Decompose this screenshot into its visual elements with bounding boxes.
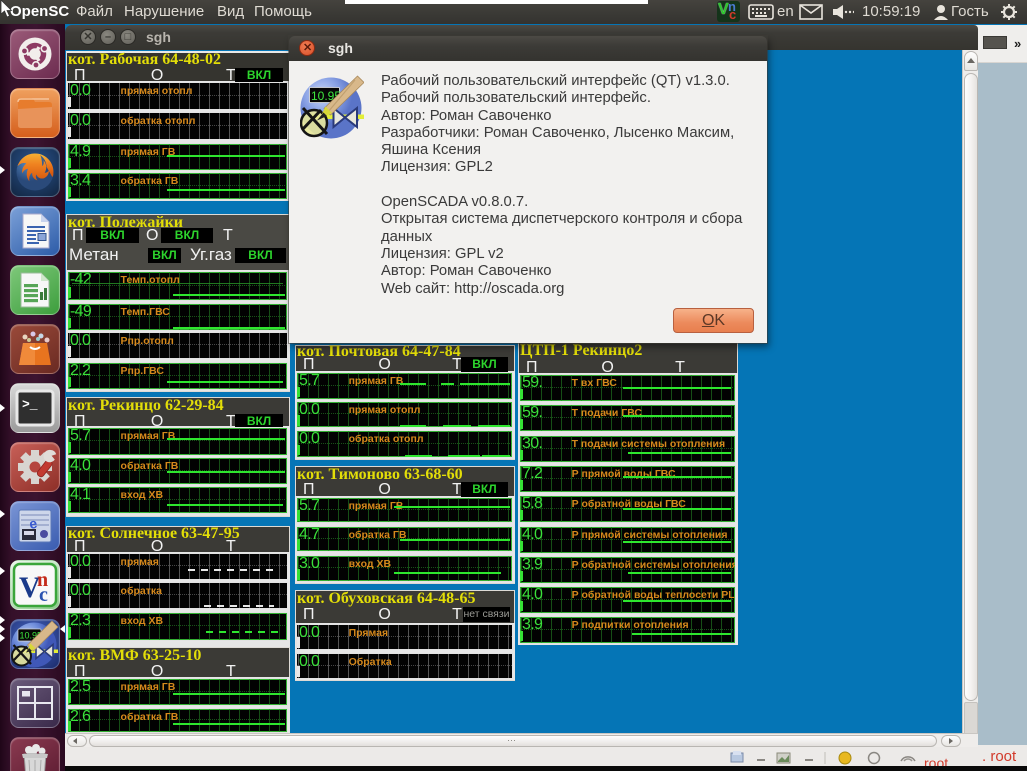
svg-text:root: root <box>924 755 948 766</box>
svg-text:c: c <box>39 584 48 606</box>
svg-text:>_: >_ <box>22 397 38 412</box>
